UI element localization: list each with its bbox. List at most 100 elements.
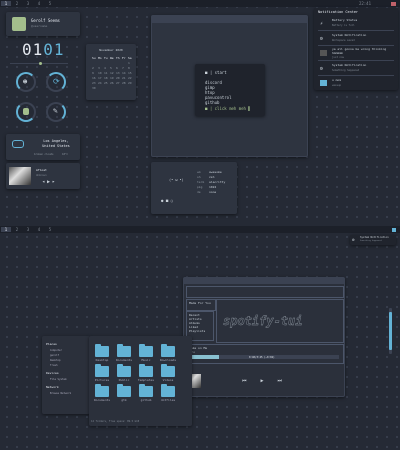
calendar-date[interactable]: 25: [104, 81, 109, 85]
calendar-date[interactable]: 29: [128, 81, 133, 85]
notification-item[interactable]: ⚙ System Notification Something happened: [318, 62, 394, 76]
workspace-1[interactable]: 1: [1, 227, 11, 232]
bar-indicator-icon[interactable]: [392, 227, 396, 232]
notification-item[interactable]: ⚡ Battery Status Battery is full: [318, 17, 394, 31]
music-sidebar-item[interactable]: Playlists: [189, 329, 211, 333]
folder-item[interactable]: Pictures: [91, 364, 113, 382]
folder-item[interactable]: Documents: [113, 344, 135, 362]
calendar-date[interactable]: 7: [122, 66, 127, 70]
progress-bar[interactable]: 0:40/3:45 (~0:02): [189, 355, 339, 359]
calendar-date[interactable]: 2: [92, 66, 97, 70]
folder-item[interactable]: Videos: [157, 364, 179, 382]
folder-icon: [95, 384, 109, 397]
workspace-5[interactable]: 5: [45, 1, 55, 6]
calendar-date[interactable]: 30: [92, 86, 97, 90]
sysinfo-label: de: [197, 190, 201, 194]
calendar-date[interactable]: 11: [104, 71, 109, 75]
calendar-date[interactable]: 13: [116, 71, 121, 75]
calendar-date[interactable]: 16: [92, 76, 97, 80]
calendar-date[interactable]: 12: [110, 71, 115, 75]
weather-card: Los Angeles, United States broken clouds…: [6, 134, 80, 160]
calendar-date[interactable]: 14: [122, 71, 127, 75]
calendar-date[interactable]: 21: [122, 76, 127, 80]
calendar-date[interactable]: 28: [122, 81, 127, 85]
workspace-5[interactable]: 5: [45, 227, 55, 232]
calendar-date[interactable]: 22: [128, 76, 133, 80]
calendar-date[interactable]: 5: [110, 66, 115, 70]
calendar-date[interactable]: 10: [98, 71, 103, 75]
calendar-date[interactable]: 9: [92, 71, 97, 75]
folder-label: Public: [118, 378, 130, 382]
start-window-titlebar[interactable]: [152, 16, 307, 23]
next-icon[interactable]: ▸: [52, 179, 57, 185]
folder-item[interactable]: gtk: [113, 384, 135, 402]
sysinfo-face: (• ω •): [169, 178, 184, 182]
calendar-date[interactable]: 3: [98, 66, 103, 70]
start-prompt-row[interactable]: ■ | click meh meh ▌: [205, 106, 251, 111]
sidebar-item[interactable]: Trash: [50, 363, 58, 368]
volume-slider[interactable]: [389, 308, 392, 354]
sidebar-item[interactable]: Browse Network: [50, 391, 71, 396]
start-prompt: click meh meh: [214, 106, 246, 111]
calendar-day-header: Th: [116, 56, 120, 60]
notification-item[interactable]: ya all gonna be wrong thinking hmmmmm jus…: [318, 47, 394, 61]
folder-label: github: [140, 398, 152, 402]
calendar-date[interactable]: 8: [128, 66, 133, 70]
workspace-2[interactable]: 2: [12, 1, 22, 6]
music-player-titlebar[interactable]: [184, 278, 344, 284]
temp-gauge: [16, 102, 36, 122]
prev-icon[interactable]: ⏮: [242, 378, 261, 384]
calendar-date[interactable]: 4: [104, 66, 109, 70]
workspace-2[interactable]: 2: [12, 227, 22, 232]
folder-label: Documents: [93, 398, 111, 402]
calendar-date[interactable]: 20: [116, 76, 121, 80]
folder-item[interactable]: github: [135, 384, 157, 402]
calendar-date[interactable]: 27: [116, 81, 121, 85]
calendar-day-header: Tu: [104, 56, 108, 60]
calendar-date[interactable]: [98, 61, 103, 65]
calendar-date[interactable]: 24: [98, 81, 103, 85]
calendar-date[interactable]: 17: [98, 76, 103, 80]
sidebar-item[interactable]: File System: [50, 377, 67, 382]
play-icon[interactable]: ▶: [261, 378, 278, 384]
music-search-input[interactable]: [186, 286, 344, 298]
workspace-3[interactable]: 3: [23, 227, 33, 232]
workspace-1[interactable]: 1: [1, 1, 11, 6]
workspace-4[interactable]: 4: [34, 1, 44, 6]
power-icon[interactable]: [391, 1, 396, 6]
calendar-date[interactable]: [122, 61, 127, 65]
start-window: ■ | start discord gimp htop pavucontrol …: [151, 15, 308, 157]
gear-icon: ⚙: [320, 36, 324, 42]
notification-body: Workspace saved: [332, 39, 355, 42]
toast-notification[interactable]: ⚙ System Notification Something happened: [350, 235, 396, 245]
calendar-date[interactable]: [116, 61, 121, 65]
folder-item[interactable]: Public: [113, 364, 135, 382]
notification-center: Notification Center ⚡ Battery Status Batte…: [314, 8, 398, 90]
workspace-3[interactable]: 3: [23, 1, 33, 6]
folder-item[interactable]: Desktop: [91, 344, 113, 362]
calendar-day-header: Sa: [128, 56, 132, 60]
calendar-date[interactable]: 23: [92, 81, 97, 85]
calendar-date[interactable]: [110, 61, 115, 65]
calendar-date[interactable]: [92, 61, 97, 65]
folder-item[interactable]: Downloads: [157, 344, 179, 362]
music-header: Made For You: [189, 301, 211, 305]
folder-item[interactable]: dotfiles: [157, 384, 179, 402]
calendar-date[interactable]: 6: [116, 66, 121, 70]
calendar-date[interactable]: [104, 61, 109, 65]
folder-label: Documents: [115, 358, 133, 362]
next-icon[interactable]: ⏭: [278, 378, 297, 384]
music-header-box: Made For You: [186, 299, 216, 311]
notification-item[interactable]: ⚙ System Notification Workspace saved: [318, 32, 394, 46]
folder-item[interactable]: Documents: [91, 384, 113, 402]
calendar-date[interactable]: 15: [128, 71, 133, 75]
folder-item[interactable]: Music: [135, 344, 157, 362]
folder-item[interactable]: Templates: [135, 364, 157, 382]
calendar-date[interactable]: 1: [128, 61, 133, 65]
notification-item[interactable]: u mom wassup: [318, 77, 394, 90]
start-item-github[interactable]: github: [205, 100, 232, 105]
calendar-date[interactable]: 19: [110, 76, 115, 80]
workspace-4[interactable]: 4: [34, 227, 44, 232]
calendar-date[interactable]: 26: [110, 81, 115, 85]
calendar-date[interactable]: 18: [104, 76, 109, 80]
